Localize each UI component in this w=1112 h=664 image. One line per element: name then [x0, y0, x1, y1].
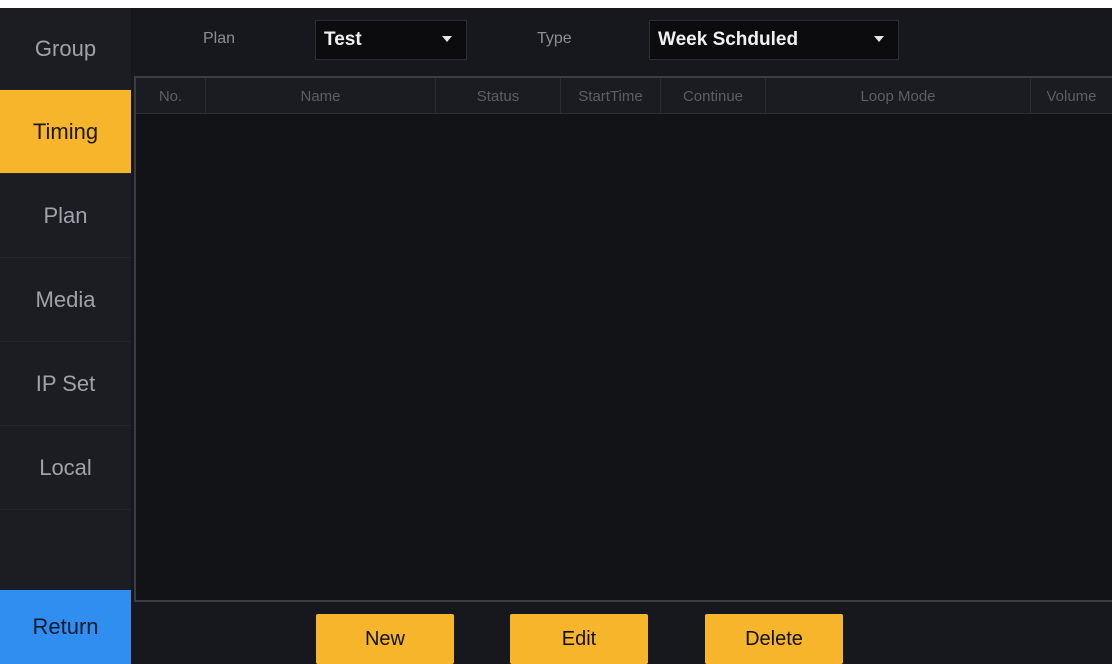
sidebar-item-label: Local: [39, 454, 92, 480]
return-button-label: Return: [32, 614, 99, 639]
toolbar: Plan Test Type Week Schduled: [131, 8, 1112, 76]
return-button[interactable]: Return: [0, 590, 131, 664]
app-window: Group Timing Plan Media IP Set Local Ret…: [0, 0, 1112, 664]
footer-actions: New Edit Delete: [131, 602, 1112, 664]
edit-button[interactable]: Edit: [510, 614, 648, 664]
column-header-loop-mode[interactable]: Loop Mode: [766, 78, 1031, 114]
column-header-no[interactable]: No.: [136, 78, 206, 114]
type-select-value: Week Schduled: [658, 29, 799, 50]
sidebar-item-label: IP Set: [35, 370, 96, 396]
main-panel: Plan Test Type Week Schduled No. Name St…: [131, 8, 1112, 664]
sidebar-item-label: Timing: [32, 118, 99, 144]
sidebar-item-label: Media: [35, 286, 96, 312]
plan-select-value: Test: [324, 29, 362, 50]
sidebar-item-label: Group: [34, 35, 97, 61]
column-header-status[interactable]: Status: [436, 78, 561, 114]
chevron-down-icon: [442, 36, 452, 42]
sidebar-item-timing[interactable]: Timing: [0, 90, 131, 174]
table-header: No. Name Status StartTime Continue Loop …: [136, 78, 1112, 114]
delete-button[interactable]: Delete: [705, 614, 843, 664]
sidebar-item-group[interactable]: Group: [0, 8, 131, 90]
sidebar-item-media[interactable]: Media: [0, 258, 131, 342]
column-header-name[interactable]: Name: [206, 78, 436, 114]
plan-select[interactable]: Test: [315, 20, 467, 60]
column-header-volume[interactable]: Volume: [1031, 78, 1112, 114]
column-header-starttime[interactable]: StartTime: [561, 78, 661, 114]
sidebar-item-local[interactable]: Local: [0, 426, 131, 510]
new-button[interactable]: New: [316, 614, 454, 664]
column-header-continue[interactable]: Continue: [661, 78, 766, 114]
timing-table: No. Name Status StartTime Continue Loop …: [134, 76, 1112, 602]
chevron-down-icon: [874, 36, 884, 42]
type-label: Type: [537, 30, 572, 47]
sidebar: Group Timing Plan Media IP Set Local Ret…: [0, 8, 131, 664]
sidebar-item-plan[interactable]: Plan: [0, 174, 131, 258]
plan-label: Plan: [203, 30, 236, 47]
sidebar-item-ip-set[interactable]: IP Set: [0, 342, 131, 426]
type-select[interactable]: Week Schduled: [649, 20, 899, 60]
sidebar-item-label: Plan: [43, 202, 88, 228]
